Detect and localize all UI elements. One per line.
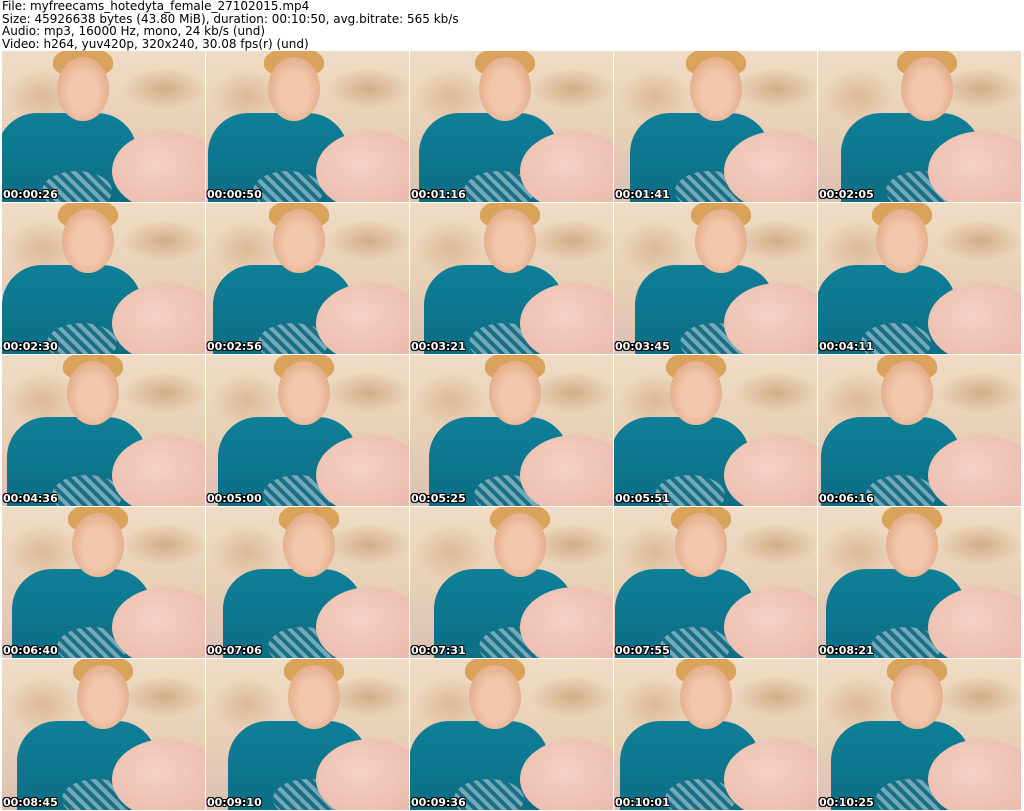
thumbnail-grid: 00:00:26 00:00:50 00:01:16 00:01:41 00:0…	[2, 51, 1021, 810]
figure-head	[886, 513, 938, 577]
video-thumbnail: 00:02:56	[206, 203, 409, 354]
timestamp: 00:01:16	[411, 188, 466, 201]
figure-head	[695, 209, 747, 273]
video-thumbnail: 00:08:21	[818, 507, 1021, 658]
timestamp: 00:07:31	[411, 644, 466, 657]
video-thumbnail: 00:01:16	[410, 51, 613, 202]
figure-head	[680, 665, 732, 729]
video-thumbnail: 00:03:21	[410, 203, 613, 354]
video-thumbnail: 00:07:06	[206, 507, 409, 658]
video-info: Video: h264, yuv420p, 320x240, 30.08 fps…	[2, 36, 309, 51]
timestamp: 00:06:40	[3, 644, 58, 657]
figure-head	[675, 513, 727, 577]
video-thumbnail: 00:10:01	[614, 659, 817, 810]
figure-head	[273, 209, 325, 273]
timestamp: 00:03:45	[615, 340, 670, 353]
figure-head	[876, 209, 928, 273]
figure-head	[283, 513, 335, 577]
timestamp: 00:08:21	[819, 644, 874, 657]
video-thumbnail: 00:04:11	[818, 203, 1021, 354]
video-thumbnail: 00:04:36	[2, 355, 205, 506]
figure-head	[901, 57, 953, 121]
video-thumbnail: 00:06:40	[2, 507, 205, 658]
video-thumbnail: 00:09:36	[410, 659, 613, 810]
timestamp: 00:00:26	[3, 188, 58, 201]
figure-head	[288, 665, 340, 729]
video-thumbnail: 00:10:25	[818, 659, 1021, 810]
timestamp: 00:09:10	[207, 796, 262, 809]
figure-head	[57, 57, 109, 121]
timestamp: 00:05:51	[615, 492, 670, 505]
figure-head	[881, 361, 933, 425]
figure-head	[670, 361, 722, 425]
timestamp: 00:02:30	[3, 340, 58, 353]
timestamp: 00:05:25	[411, 492, 466, 505]
timestamp: 00:01:41	[615, 188, 670, 201]
figure-head	[67, 361, 119, 425]
timestamp: 00:00:50	[207, 188, 262, 201]
timestamp: 00:07:55	[615, 644, 670, 657]
figure-head	[484, 209, 536, 273]
video-thumbnail: 00:00:26	[2, 51, 205, 202]
video-thumbnail: 00:09:10	[206, 659, 409, 810]
figure-head	[891, 665, 943, 729]
video-thumbnail: 00:05:25	[410, 355, 613, 506]
video-thumbnail: 00:02:30	[2, 203, 205, 354]
video-thumbnail: 00:06:16	[818, 355, 1021, 506]
video-thumbnail: 00:02:05	[818, 51, 1021, 202]
timestamp: 00:06:16	[819, 492, 874, 505]
timestamp: 00:10:01	[615, 796, 670, 809]
figure-head	[469, 665, 521, 729]
timestamp: 00:03:21	[411, 340, 466, 353]
figure-head	[62, 209, 114, 273]
figure-head	[77, 665, 129, 729]
timestamp: 00:08:45	[3, 796, 58, 809]
timestamp: 00:02:05	[819, 188, 874, 201]
figure-head	[494, 513, 546, 577]
figure-head	[690, 57, 742, 121]
video-thumbnail: 00:05:51	[614, 355, 817, 506]
audio-info: Audio: mp3, 16000 Hz, mono, 24 kb/s (und…	[2, 24, 266, 38]
timestamp: 00:04:36	[3, 492, 58, 505]
timestamp: 00:02:56	[207, 340, 262, 353]
figure-head	[479, 57, 531, 121]
timestamp: 00:04:11	[819, 340, 874, 353]
figure-head	[72, 513, 124, 577]
file-info: File: myfreecams_hotedyta_female_2710201…	[2, 0, 459, 50]
timestamp: 00:07:06	[207, 644, 262, 657]
video-thumbnail: 00:07:55	[614, 507, 817, 658]
timestamp: 00:09:36	[411, 796, 466, 809]
figure-head	[268, 57, 320, 121]
video-thumbnail: 00:01:41	[614, 51, 817, 202]
file-name: File: myfreecams_hotedyta_female_2710201…	[2, 0, 310, 13]
video-thumbnail: 00:03:45	[614, 203, 817, 354]
timestamp: 00:10:25	[819, 796, 874, 809]
figure-head	[278, 361, 330, 425]
video-thumbnail: 00:07:31	[410, 507, 613, 658]
timestamp: 00:05:00	[207, 492, 262, 505]
video-thumbnail: 00:05:00	[206, 355, 409, 506]
video-thumbnail: 00:00:50	[206, 51, 409, 202]
figure-head	[489, 361, 541, 425]
video-thumbnail: 00:08:45	[2, 659, 205, 810]
